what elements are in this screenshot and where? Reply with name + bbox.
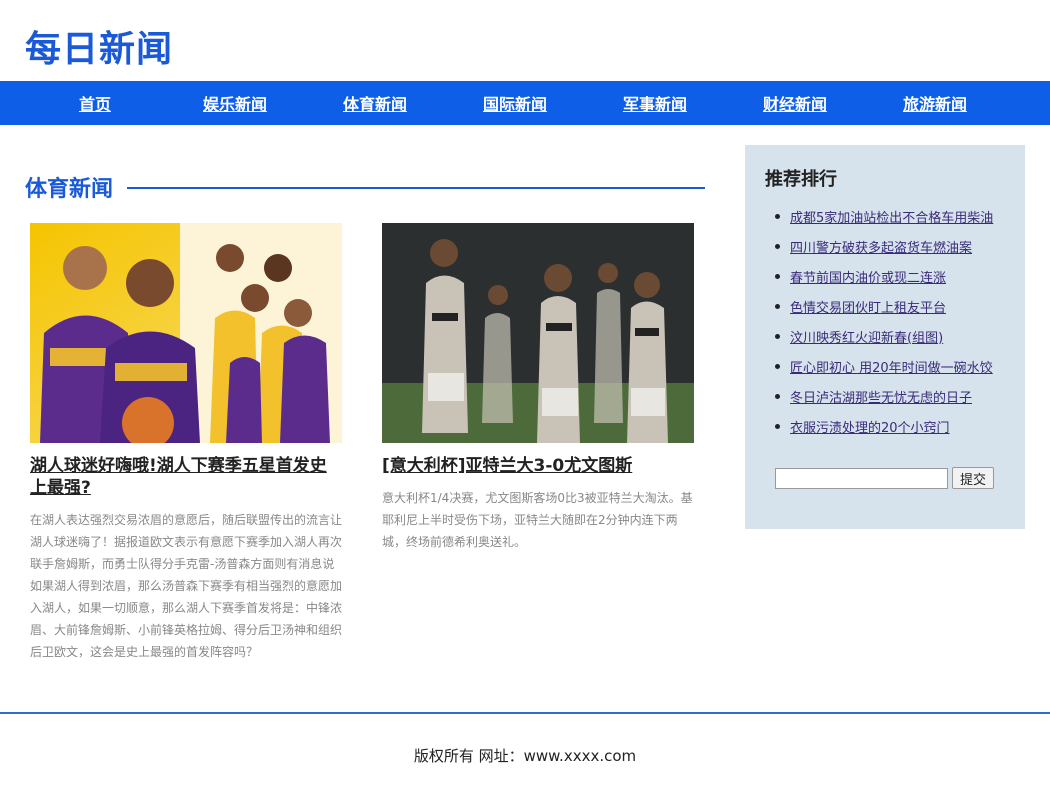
- nav-item-sports: 体育新闻: [305, 91, 445, 115]
- article-summary: 意大利杯1/4决赛，尤文图斯客场0比3被亚特兰大淘汰。基耶利尼上半时受伤下场，亚…: [382, 491, 693, 549]
- bullet-icon: [775, 213, 780, 219]
- nav-link-home[interactable]: 首页: [79, 95, 111, 114]
- footer-copyright: 版权所有 网址：www.xxxx.com: [413, 747, 637, 765]
- search-input[interactable]: [775, 467, 948, 489]
- main-nav: 首页 娱乐新闻 体育新闻 国际新闻 军事新闻 财经新闻 旅游新闻: [0, 81, 1050, 125]
- bullet-icon: [775, 243, 780, 249]
- bullet-icon: [775, 303, 780, 309]
- section-title: 体育新闻: [25, 177, 114, 202]
- ranking-link[interactable]: 衣服污渍处理的20个小窍门: [790, 417, 950, 436]
- bullet-icon: [775, 423, 780, 429]
- nav-link-international[interactable]: 国际新闻: [483, 95, 547, 114]
- ranking-link[interactable]: 色情交易团伙盯上租友平台: [790, 297, 946, 316]
- list-item: 汶川映秀红火迎新春(组图): [775, 321, 1015, 351]
- lakers-photo-illustration: [30, 223, 342, 443]
- list-item: 匠心即初心 用20年时间做一碗水饺: [775, 351, 1015, 381]
- list-item: 成都5家加油站检出不合格车用柴油: [775, 201, 1015, 231]
- nav-item-travel: 旅游新闻: [865, 91, 1005, 115]
- nav-link-travel[interactable]: 旅游新闻: [903, 95, 967, 114]
- nav-link-finance[interactable]: 财经新闻: [763, 95, 827, 114]
- submit-button[interactable]: 提交: [952, 467, 995, 489]
- list-item: 春节前国内油价或现二连涨: [775, 261, 1015, 291]
- article-title[interactable]: [意大利杯]亚特兰大3-0尤文图斯: [382, 455, 694, 477]
- section-heading: 体育新闻: [25, 172, 705, 202]
- bullet-icon: [775, 333, 780, 339]
- ranking-link[interactable]: 春节前国内油价或现二连涨: [790, 267, 946, 286]
- sidebar-title: 推荐排行: [765, 169, 837, 190]
- nav-link-entertainment[interactable]: 娱乐新闻: [203, 95, 267, 114]
- ranking-link[interactable]: 汶川映秀红火迎新春(组图): [790, 327, 943, 346]
- ranking-link[interactable]: 匠心即初心 用20年时间做一碗水饺: [790, 357, 993, 376]
- nav-item-finance: 财经新闻: [725, 91, 865, 115]
- bullet-icon: [775, 393, 780, 399]
- ranking-list: 成都5家加油站检出不合格车用柴油 四川警方破获多起盗货车燃油案 春节前国内油价或…: [775, 201, 1015, 441]
- ranking-link[interactable]: 冬日泸沽湖那些无忧无虑的日子: [790, 387, 972, 406]
- recommended-sidebar: 推荐排行 成都5家加油站检出不合格车用柴油 四川警方破获多起盗货车燃油案 春节前…: [745, 145, 1025, 529]
- nav-item-military: 军事新闻: [585, 91, 725, 115]
- search-form: 提交: [775, 467, 995, 489]
- bullet-icon: [775, 273, 780, 279]
- nav-item-international: 国际新闻: [445, 91, 585, 115]
- section-divider: [127, 187, 705, 189]
- nav-item-home: 首页: [25, 91, 165, 115]
- footer-divider: [0, 712, 1050, 714]
- bullet-icon: [775, 363, 780, 369]
- article-card: 湖人球迷好嗨哦!湖人下赛季五星首发史上最强? 在湖人表达强烈交易浓眉的意愿后，随…: [30, 223, 342, 663]
- article-image-lakers[interactable]: [30, 223, 342, 443]
- nav-link-sports[interactable]: 体育新闻: [343, 95, 407, 114]
- article-image-juventus[interactable]: [382, 223, 694, 443]
- ranking-link[interactable]: 四川警方破获多起盗货车燃油案: [790, 237, 972, 256]
- juventus-photo-illustration: [382, 223, 694, 443]
- article-summary: 在湖人表达强烈交易浓眉的意愿后，随后联盟传出的流言让湖人球迷嗨了！据报道欧文表示…: [30, 513, 343, 659]
- list-item: 衣服污渍处理的20个小窍门: [775, 411, 1015, 441]
- ranking-link[interactable]: 成都5家加油站检出不合格车用柴油: [790, 207, 993, 226]
- nav-item-entertainment: 娱乐新闻: [165, 91, 305, 115]
- list-item: 四川警方破获多起盗货车燃油案: [775, 231, 1015, 261]
- article-title[interactable]: 湖人球迷好嗨哦!湖人下赛季五星首发史上最强?: [30, 455, 342, 499]
- nav-link-military[interactable]: 军事新闻: [623, 95, 687, 114]
- list-item: 色情交易团伙盯上租友平台: [775, 291, 1015, 321]
- list-item: 冬日泸沽湖那些无忧无虑的日子: [775, 381, 1015, 411]
- article-card: [意大利杯]亚特兰大3-0尤文图斯 意大利杯1/4决赛，尤文图斯客场0比3被亚特…: [382, 223, 694, 553]
- site-logo: 每日新闻: [25, 29, 174, 70]
